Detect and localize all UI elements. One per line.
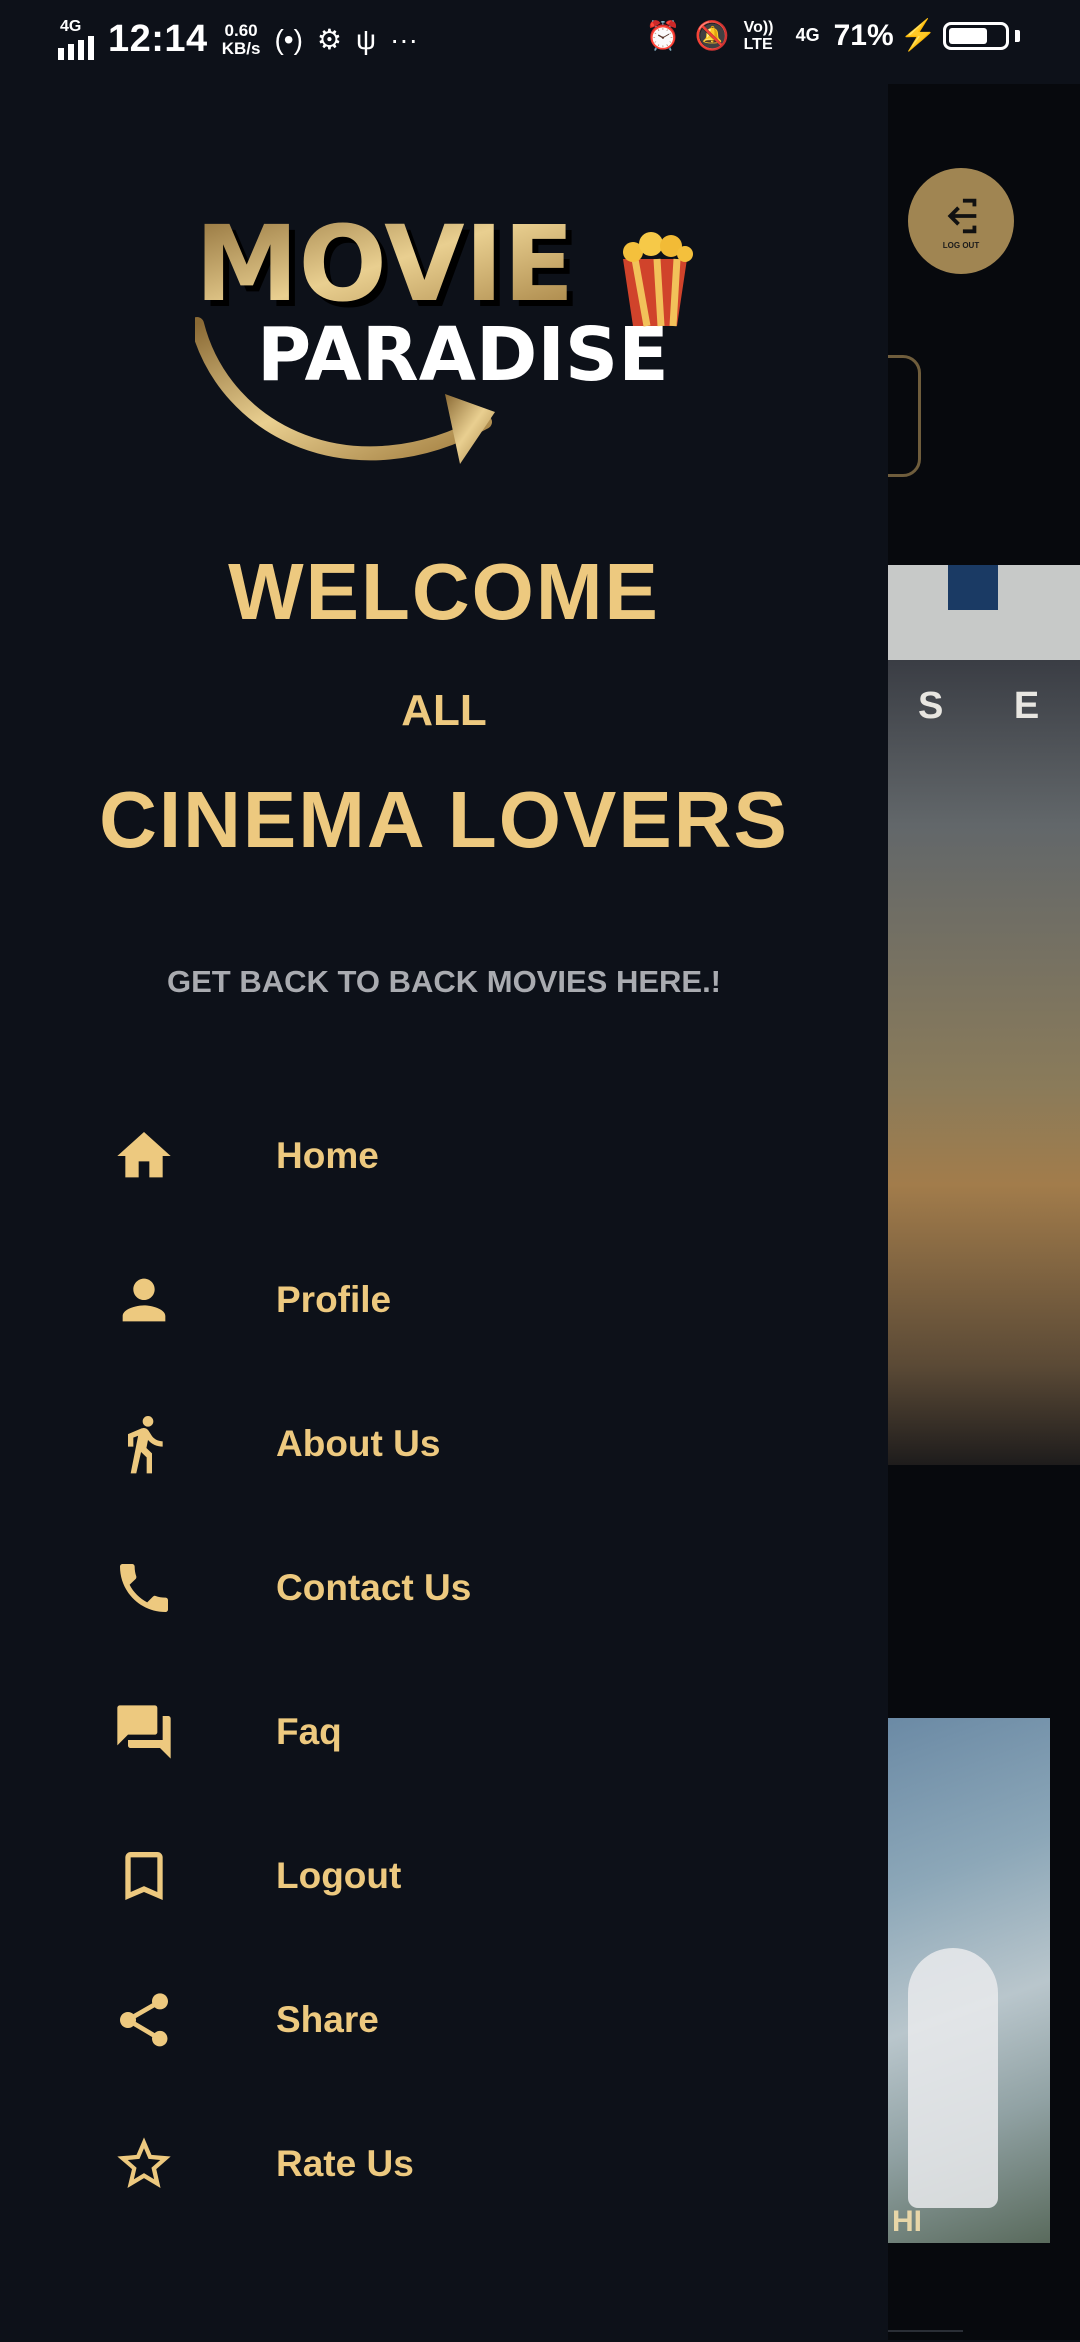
network-type-right: 4G: [795, 25, 820, 45]
share-icon: [108, 1984, 180, 2056]
menu-item-label: Contact Us: [276, 1567, 472, 1608]
phone-icon: [108, 1552, 180, 1624]
welcome-all-text: ALL: [401, 686, 487, 735]
alarm-icon: ⏰: [645, 20, 681, 51]
cinema-lovers-heading: CINEMA LOVERS: [99, 775, 789, 864]
background-banner-image: S E: [888, 565, 1080, 1465]
poster-caption: HI: [892, 2205, 922, 2238]
menu-item-logout[interactable]: Logout: [0, 1804, 888, 1948]
menu-item-contact-us[interactable]: Contact Us: [0, 1516, 888, 1660]
svg-text:MOVIE: MOVIE: [195, 204, 574, 325]
welcome-heading: WELCOME: [228, 547, 660, 636]
network-speed: 0.60 KB/s: [221, 20, 261, 58]
logout-button-label: LOG OUT: [942, 240, 980, 250]
background-movie-poster[interactable]: HI: [888, 1718, 1050, 2243]
banner-letters: S E: [918, 685, 1070, 727]
navigation-drawer: MOVIE MOVIE PARADISE WELCOME ALL CINEMA …: [0, 84, 888, 2340]
more-notifications: ···: [389, 23, 418, 55]
hotspot-icon: (•): [274, 23, 303, 55]
mute-icon: 🔕: [694, 20, 730, 51]
menu-item-share[interactable]: Share: [0, 1948, 888, 2092]
cell-signal-icon: 4G: [58, 17, 94, 60]
bookmark-icon: [108, 1840, 180, 1912]
person-icon: [108, 1264, 180, 1336]
logout-icon: [947, 198, 977, 233]
network-speed-unit: KB/s: [221, 38, 261, 58]
battery-icon: [943, 21, 1009, 50]
svg-text:PARADISE: PARADISE: [257, 312, 669, 398]
usb-icon: ψ: [356, 23, 376, 55]
menu-item-label: Profile: [276, 1279, 392, 1320]
menu-item-label: About Us: [276, 1423, 441, 1464]
battery-indicator: 71% ⚡: [834, 18, 1020, 53]
menu-item-label: Faq: [276, 1711, 342, 1752]
network-speed-value: 0.60: [224, 20, 258, 40]
usb-debug-icon: ⚙: [316, 24, 342, 55]
menu-item-label: Logout: [276, 1855, 402, 1896]
menu-item-rate-us[interactable]: Rate Us: [0, 2092, 888, 2236]
chat-bubbles-icon: [108, 1696, 180, 1768]
menu-item-about-us[interactable]: About Us: [0, 1372, 888, 1516]
popcorn-icon: [623, 232, 693, 327]
menu-item-faq[interactable]: Faq: [0, 1660, 888, 1804]
background-logout-button[interactable]: LOG OUT: [908, 168, 1014, 274]
home-icon: [108, 1120, 180, 1192]
menu-item-label: Share: [276, 1999, 379, 2040]
clock: 12:14: [108, 18, 208, 60]
charging-icon: ⚡: [899, 19, 937, 52]
menu-item-home[interactable]: Home: [0, 1084, 888, 1228]
tagline: GET BACK TO BACK MOVIES HERE.!: [166, 964, 722, 999]
network-type-label: 4G: [60, 17, 82, 35]
star-icon: [108, 2128, 180, 2200]
menu-item-profile[interactable]: Profile: [0, 1228, 888, 1372]
movie-paradise-logo: MOVIE MOVIE PARADISE: [195, 204, 693, 464]
menu-item-label: Home: [276, 1135, 379, 1176]
walking-person-icon: [108, 1408, 180, 1480]
menu-item-label: Rate Us: [276, 2143, 414, 2184]
volte-label: Vo)) LTE: [743, 18, 774, 53]
status-bar: 4G 12:14 0.60 KB/s (•) ⚙ ψ ··· ⏰ 🔕 Vo)) …: [0, 0, 1080, 84]
battery-percent: 71%: [833, 18, 894, 52]
